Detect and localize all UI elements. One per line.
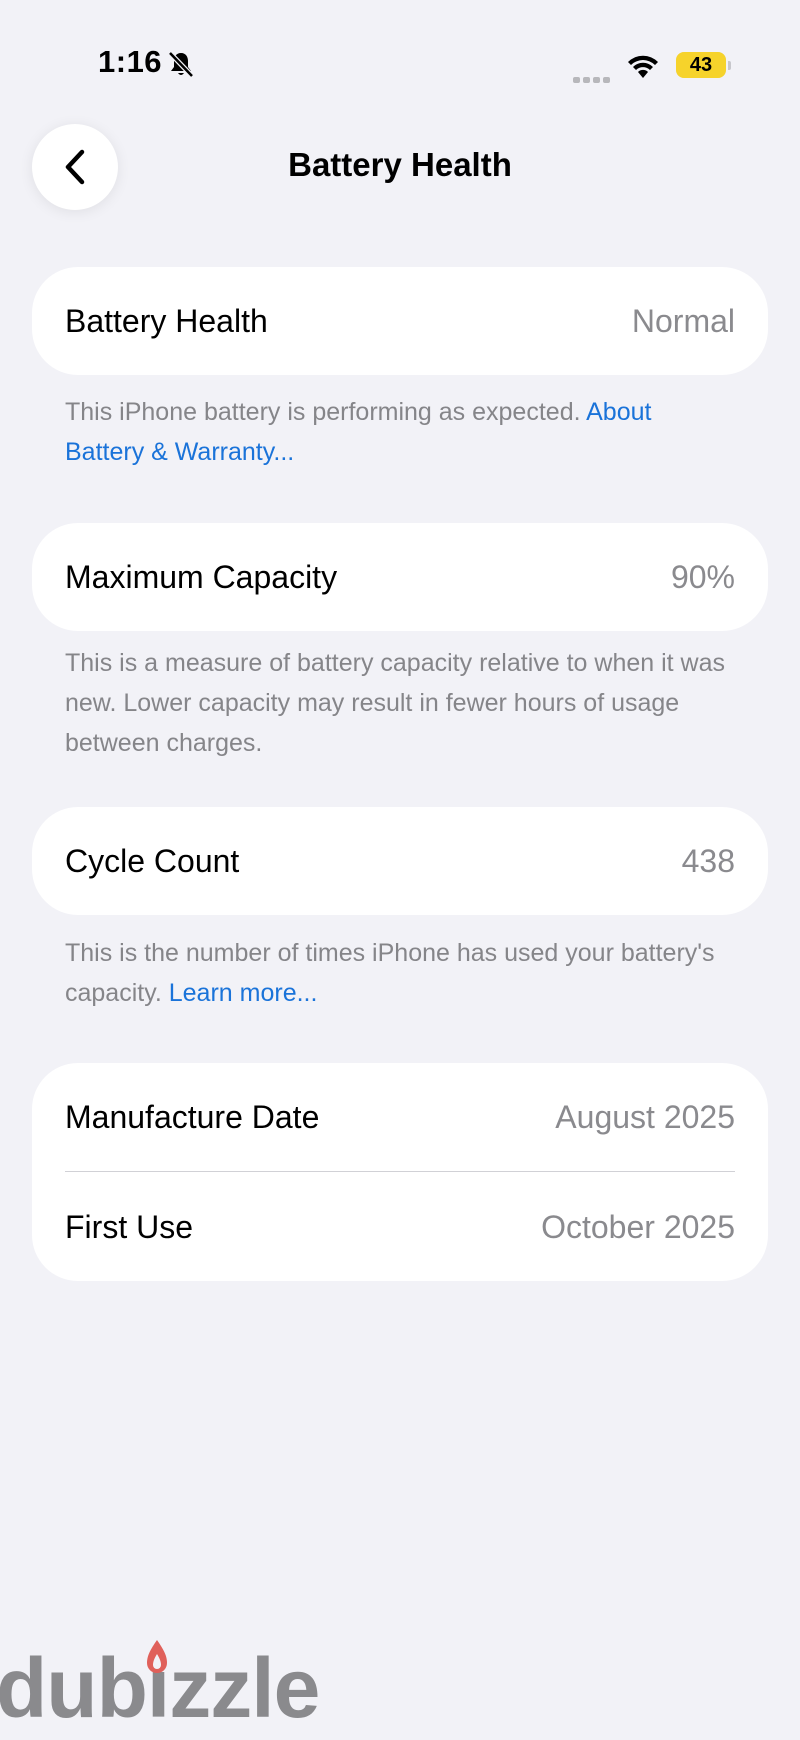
battery-icon: 43 — [676, 52, 731, 78]
page-title: Battery Health — [288, 146, 512, 183]
maximum-capacity-row: Maximum Capacity 90% — [65, 523, 735, 631]
battery-health-label: Battery Health — [65, 303, 268, 339]
wifi-icon — [628, 55, 658, 78]
cycle-count-footnote-text: This is the number of times iPhone has u… — [65, 939, 715, 1007]
cycle-count-label: Cycle Count — [65, 843, 240, 879]
dates-card: Manufacture Date August 2025 First Use O… — [32, 1063, 768, 1281]
cellular-signal-icon — [573, 70, 613, 88]
battery-health-value: Normal — [631, 303, 735, 339]
maximum-capacity-label: Maximum Capacity — [65, 559, 338, 595]
cycle-count-row: Cycle Count 438 — [65, 807, 735, 915]
battery-health-footnote-text: This iPhone battery is performing as exp… — [65, 398, 587, 426]
back-button[interactable] — [32, 124, 118, 210]
battery-nub — [728, 61, 731, 70]
manufacture-date-value: August 2025 — [555, 1099, 735, 1135]
first-use-label: First Use — [65, 1209, 193, 1245]
manufacture-date-label: Manufacture Date — [65, 1099, 320, 1135]
maximum-capacity-footnote: This is a measure of battery capacity re… — [65, 649, 726, 757]
cycle-count-card: Cycle Count 438 — [32, 807, 768, 915]
cycle-count-value: 438 — [681, 843, 735, 879]
maximum-capacity-value: 90% — [670, 559, 735, 595]
maximum-capacity-card: Maximum Capacity 90% — [32, 523, 768, 631]
cycle-count-footnote: This is the number of times iPhone has u… — [65, 933, 735, 1013]
learn-more-link[interactable]: Learn more... — [169, 979, 318, 1007]
battery-health-footnote: This iPhone battery is performing as exp… — [65, 392, 735, 472]
chevron-left-icon — [65, 149, 85, 185]
bell-slash-icon — [168, 51, 194, 78]
flame-icon — [147, 1640, 167, 1673]
battery-health-row: Battery Health Normal — [65, 267, 735, 375]
first-use-row: First Use October 2025 — [65, 1173, 735, 1281]
status-time: 1:16 — [98, 44, 163, 79]
battery-level: 43 — [689, 54, 713, 76]
status-bar: 1:16 43 — [0, 0, 800, 120]
first-use-value: October 2025 — [541, 1209, 735, 1245]
battery-health-card: Battery Health Normal — [32, 267, 768, 375]
manufacture-date-row: Manufacture Date August 2025 — [65, 1063, 735, 1171]
row-divider — [65, 1171, 735, 1172]
